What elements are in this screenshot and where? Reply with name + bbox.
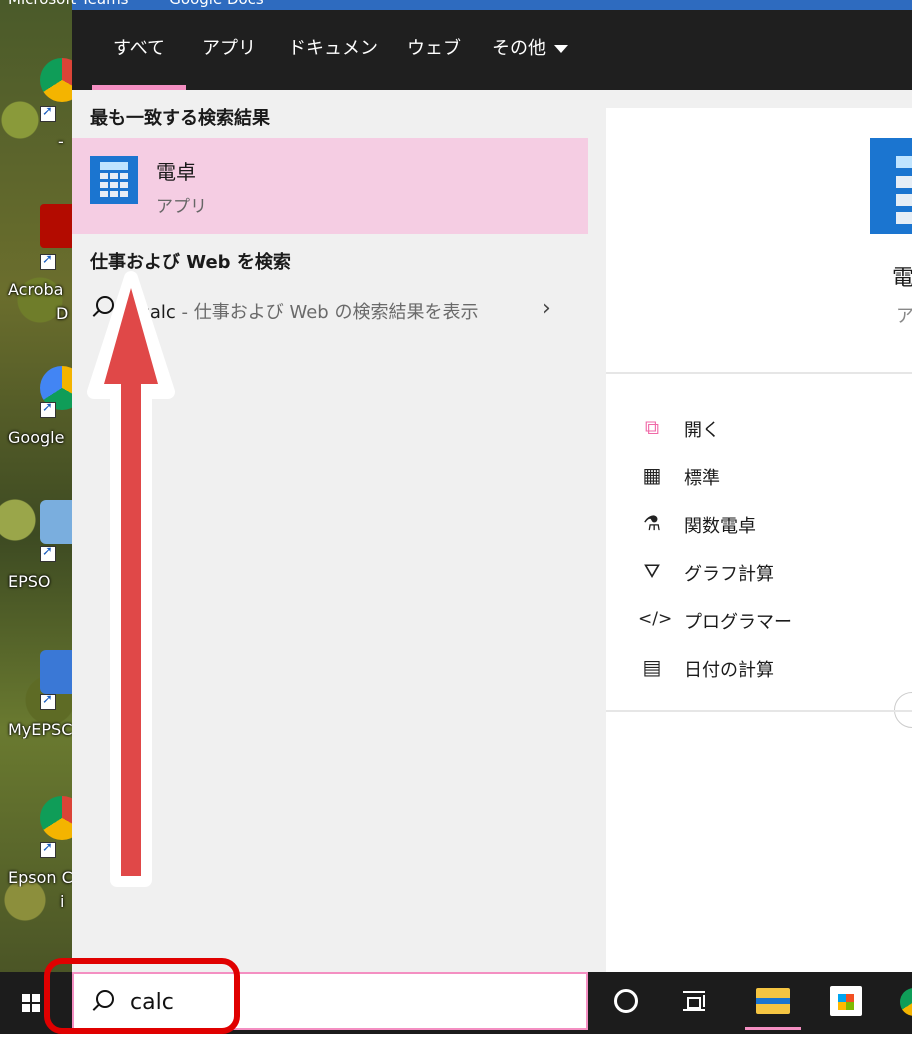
best-match-type: アプリ [156,197,207,217]
microsoft-store-icon[interactable] [830,986,862,1016]
calculator-key [896,212,912,224]
calculator-keys [100,173,128,197]
action-label: 日付の計算 [684,660,774,681]
calendar-icon: ▤ [642,655,662,679]
detail-divider [606,710,912,712]
desktop-icon-acrobat[interactable]: Acroba D [0,204,84,324]
tab-web[interactable]: ウェブ [404,10,464,90]
desktop-icon-google[interactable]: Google [0,366,84,456]
search-tabs: すべて アプリ ドキュメント ウェブ その他 [72,10,912,137]
action-label: 標準 [684,468,720,489]
start-search-panel: すべて アプリ ドキュメント ウェブ その他 最も一致する検索結果 電卓 アプリ… [72,10,912,972]
action-scientific[interactable]: ⚗ 関数電卓 [638,510,898,538]
desktop-icon-label: Acroba [8,280,64,299]
graph-icon: ⛛ [643,559,661,583]
best-match-heading: 最も一致する検索結果 [90,108,270,129]
tab-label: ウェブ [407,38,461,59]
tab-label: その他 [492,38,546,59]
detail-app-type: ア [896,306,912,327]
calculator-screen [100,162,128,170]
shortcut-arrow-icon [40,544,56,562]
calculator-app-icon [90,156,138,204]
desktop-icon-epson-connect[interactable]: Epson C i [0,796,84,916]
desktop-icon-label: i [60,892,65,911]
action-open[interactable]: ⧉ 開く [638,414,898,442]
desktop-icon-label: D [56,304,69,323]
desktop-icon-label: EPSO [8,572,51,591]
desktop-top-labels: Microsoft Teams Google Docs [8,0,300,8]
flask-icon: ⚗ [643,511,661,535]
tab-label: すべて [112,38,166,59]
desktop-label-docs[interactable]: Google Docs [169,0,263,8]
chrome-taskbar-icon[interactable] [900,988,912,1016]
web-search-query: calc [140,302,176,323]
shortcut-arrow-icon [40,400,56,418]
tab-apps[interactable]: アプリ [196,10,262,90]
action-programmer[interactable]: </> プログラマー [638,606,898,634]
web-search-heading: 仕事および Web を検索 [90,252,291,273]
active-app-indicator [745,1027,801,1030]
desktop-icon-myepson[interactable]: MyEPSC [0,650,84,746]
code-icon: </> [638,609,673,629]
detail-pane: 電 ア ⧉ 開く ▦ 標準 ⚗ 関数電卓 ⛛ グラフ計算 </> プログラマー … [606,108,912,972]
bottom-margin [0,1034,912,1050]
web-search-suffix: - 仕事および Web の検索結果を表示 [175,302,479,323]
desktop-icon-label: Epson C [8,868,72,887]
desktop-icon-epson[interactable]: EPSO [0,500,84,600]
detail-divider [606,372,912,374]
tab-documents[interactable]: ドキュメント [280,10,386,137]
file-explorer-icon[interactable] [756,988,790,1014]
open-icon: ⧉ [644,415,660,439]
best-match-name: 電卓 [156,160,196,184]
desktop-icon-label: Google [8,428,65,447]
desktop-icon-label: MyEPSC [8,720,72,739]
shortcut-arrow-icon [40,252,56,270]
action-label: 開く [684,420,720,441]
desktop-icon-label: - [58,132,64,151]
action-standard[interactable]: ▦ 標準 [638,462,898,490]
chevron-right-icon[interactable]: › [542,296,551,321]
tab-all[interactable]: すべて [92,10,186,90]
windows-start-icon[interactable] [22,994,40,1012]
detail-app-name: 電 [892,266,912,291]
best-match-result[interactable]: 電卓 アプリ [72,138,588,234]
results-list: 最も一致する検索結果 電卓 アプリ 仕事および Web を検索 calc - 仕… [72,90,588,972]
action-label: プログラマー [684,612,792,633]
calculator-screen [896,156,912,168]
calculator-key [896,176,912,188]
shortcut-arrow-icon [40,840,56,858]
tab-label: アプリ [202,38,256,59]
calculator-large-icon [870,138,912,234]
web-search-result[interactable]: calc - 仕事および Web の検索結果を表示 › [72,286,588,334]
desktop-label-teams[interactable]: Microsoft Teams [8,0,129,8]
action-date-calc[interactable]: ▤ 日付の計算 [638,654,898,682]
action-graphing[interactable]: ⛛ グラフ計算 [638,558,898,586]
cortana-icon[interactable] [614,989,638,1013]
desktop-icon-chrome-1[interactable]: - [0,58,84,158]
chevron-down-icon [554,45,568,53]
calculator-icon: ▦ [642,463,662,487]
shortcut-arrow-icon [40,104,56,122]
calculator-key [896,194,912,206]
task-view-icon[interactable] [683,991,705,1011]
action-label: グラフ計算 [684,564,774,585]
action-label: 関数電卓 [684,516,756,537]
tab-more[interactable]: その他 [488,10,572,90]
search-icon [96,296,114,314]
web-search-text: calc - 仕事および Web の検索結果を表示 [140,298,478,324]
annotation-highlight-box [44,958,240,1034]
shortcut-arrow-icon [40,692,56,710]
